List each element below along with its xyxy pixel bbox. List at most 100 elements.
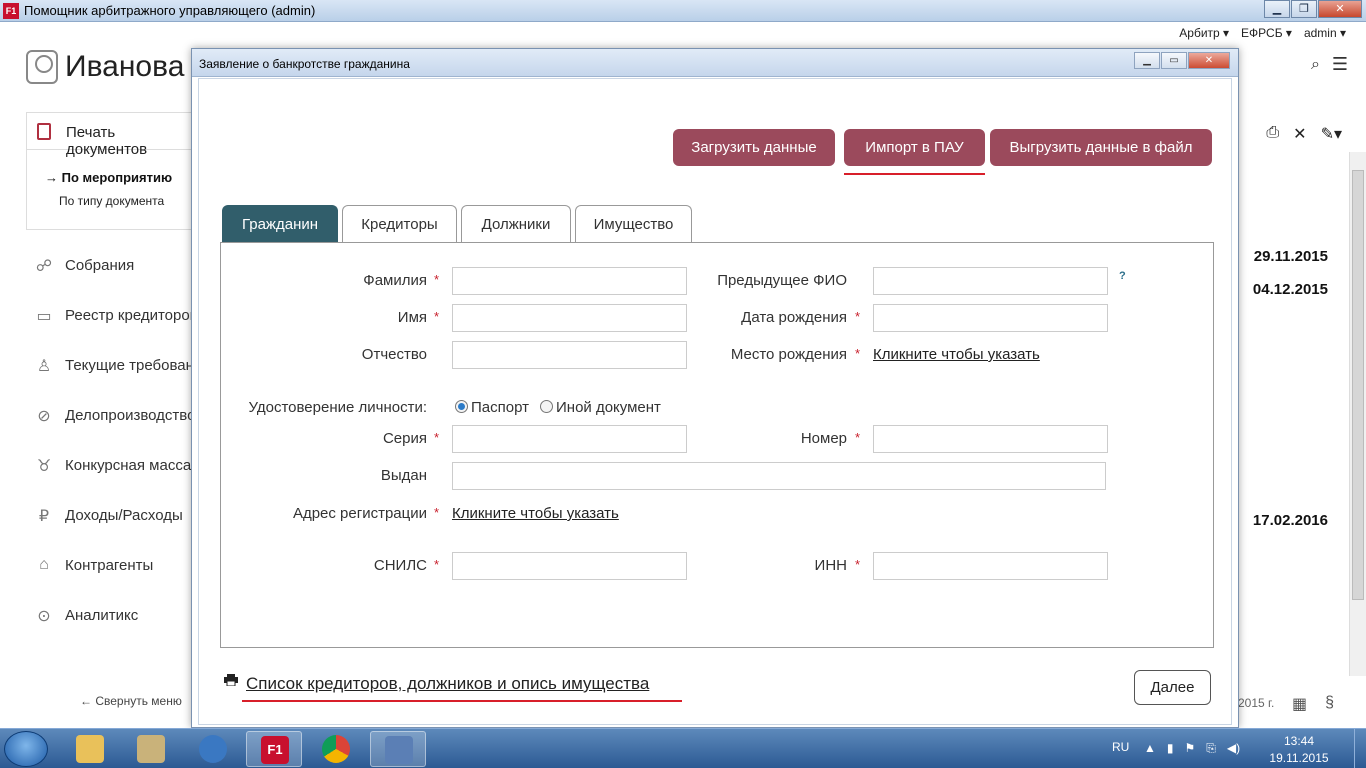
help-icon[interactable]: ?	[1119, 270, 1126, 282]
sidebar-item-records[interactable]: ⊘ Делопроизводство	[34, 400, 195, 450]
sidebar-item-income-expense[interactable]: ₽ Доходы/Расходы	[34, 500, 194, 550]
f1-taskbar-button[interactable]: F1	[246, 731, 302, 767]
issued-input[interactable]	[452, 462, 1106, 490]
tab-citizen[interactable]: Гражданин	[222, 205, 338, 243]
toolbar-icons: ⎙ ✕ ✎▾	[1266, 124, 1342, 144]
scrollbar-thumb[interactable]	[1352, 170, 1364, 600]
network-taskbar-button[interactable]	[370, 731, 426, 767]
edit-dropdown-icon[interactable]: ✎▾	[1321, 124, 1342, 144]
calculator-icon[interactable]: ▦	[1292, 694, 1307, 714]
link-by-doc-type[interactable]: По типу документа	[59, 194, 164, 208]
print-documents-panel[interactable]: Печать документов	[26, 112, 196, 158]
link-by-event[interactable]: → По мероприятию	[45, 170, 172, 185]
sidebar-item-label: Текущие требования	[65, 357, 211, 374]
sidebar-item-label: Контрагенты	[65, 557, 154, 574]
creditors-list-link[interactable]: Список кредиторов, должников и опись иму…	[246, 674, 649, 694]
required-mark: *	[434, 430, 440, 445]
thunderbird-icon	[199, 735, 227, 763]
top-nav: Арбитр ▾ ЕФРСБ ▾ admin ▾	[1179, 26, 1346, 40]
nav-efrsb[interactable]: ЕФРСБ ▾	[1241, 26, 1292, 40]
notebook-taskbar-button[interactable]	[123, 731, 179, 767]
tray-expand-icon[interactable]: ▲	[1144, 741, 1156, 756]
sidebar-item-creditors-registry[interactable]: ▭ Реестр кредиторов	[34, 300, 197, 350]
required-mark: *	[855, 309, 861, 324]
other-doc-radio-label[interactable]: Иной документ	[556, 399, 661, 416]
series-label: Серия	[382, 430, 427, 447]
excel-icon[interactable]: ✕	[1293, 124, 1306, 144]
series-input[interactable]	[452, 425, 687, 453]
name-label: Имя	[397, 309, 427, 326]
passport-radio[interactable]	[455, 400, 468, 413]
f1-app-icon: F1	[3, 3, 19, 19]
required-mark: *	[855, 557, 861, 572]
thunderbird-taskbar-button[interactable]	[185, 731, 241, 767]
birth-place-link[interactable]: Кликните чтобы указать	[873, 346, 1040, 363]
required-mark: *	[434, 557, 440, 572]
import-pau-button[interactable]: Импорт в ПАУ	[844, 129, 985, 166]
patronymic-input[interactable]	[452, 341, 687, 369]
event-date: 04.12.2015	[1252, 281, 1328, 298]
sidebar-item-current-claims[interactable]: ♙ Текущие требования	[34, 350, 211, 400]
chrome-taskbar-button[interactable]	[308, 731, 364, 767]
sidebar-item-analytics[interactable]: ⊙ Аналитикс	[34, 600, 194, 650]
page-title: Иванова	[65, 50, 185, 83]
clock-time[interactable]: 13:44	[1264, 734, 1334, 748]
other-doc-radio[interactable]	[540, 400, 553, 413]
cow-icon: ♉	[36, 458, 52, 475]
birth-date-input[interactable]	[873, 304, 1108, 332]
sidebar-item-counterparties[interactable]: ⌂ Контрагенты	[34, 550, 194, 600]
network-icon	[385, 736, 413, 764]
passport-radio-label[interactable]: Паспорт	[471, 399, 529, 416]
close-button[interactable]: ✕	[1318, 0, 1362, 18]
number-input[interactable]	[873, 425, 1108, 453]
collapse-menu-button[interactable]: ← Свернуть меню	[80, 694, 182, 708]
name-input[interactable]	[452, 304, 687, 332]
sidebar-item-estate[interactable]: ♉ Конкурсная масса	[34, 450, 194, 500]
signal-icon[interactable]: ▮	[1167, 741, 1174, 756]
dialog-title: Заявление о банкротстве гражданина	[199, 57, 410, 71]
footer-icons: ▦ §	[1292, 694, 1334, 714]
explorer-taskbar-button[interactable]	[62, 731, 118, 767]
event-date: 29.11.2015	[1253, 248, 1328, 265]
surname-input[interactable]	[452, 267, 687, 295]
flag-icon[interactable]: ⚑	[1185, 741, 1196, 756]
inn-input[interactable]	[873, 552, 1108, 580]
nav-arbitr[interactable]: Арбитр ▾	[1179, 26, 1229, 40]
language-indicator[interactable]: RU	[1112, 740, 1129, 754]
footer-year: 2015 г.	[1238, 696, 1275, 710]
section-icon[interactable]: §	[1325, 694, 1334, 714]
minimize-button[interactable]: ▁	[1264, 0, 1290, 18]
page-scrollbar[interactable]	[1349, 152, 1366, 676]
next-button[interactable]: Далее	[1134, 670, 1211, 705]
sidebar-item-label: Аналитикс	[65, 607, 139, 624]
snils-input[interactable]	[452, 552, 687, 580]
clock-date[interactable]: 19.11.2015	[1264, 751, 1334, 765]
print-icon[interactable]: ⎙	[1266, 124, 1279, 144]
dialog-minimize-button[interactable]: ▁	[1134, 52, 1160, 69]
volume-icon[interactable]: ◀)	[1227, 741, 1240, 756]
nav-admin[interactable]: admin ▾	[1304, 26, 1346, 40]
load-data-button[interactable]: Загрузить данные	[673, 129, 835, 166]
dialog-maximize-button[interactable]: ▭	[1161, 52, 1187, 69]
dialog-close-button[interactable]: ✕	[1188, 52, 1230, 69]
hamburger-menu-icon[interactable]: ☰	[1332, 54, 1348, 75]
search-icon[interactable]: ⌕	[1311, 56, 1320, 74]
maximize-button[interactable]: ❐	[1291, 0, 1317, 18]
tray-icons: ▲ ▮ ⚑ ⎘ ◀)	[1144, 741, 1240, 756]
tab-property[interactable]: Имущество	[575, 205, 692, 243]
required-mark: *	[434, 505, 440, 520]
notebook-icon	[137, 735, 165, 763]
sidebar-item-meetings[interactable]: ☍ Собрания	[34, 250, 194, 300]
prev-name-input[interactable]	[873, 267, 1108, 295]
explorer-icon	[76, 735, 104, 763]
chrome-icon	[322, 735, 350, 763]
usb-icon[interactable]: ⎘	[1206, 741, 1216, 756]
start-button[interactable]	[4, 731, 48, 767]
tab-creditors[interactable]: Кредиторы	[342, 205, 457, 243]
tab-debtors[interactable]: Должники	[461, 205, 571, 243]
address-link[interactable]: Кликните чтобы указать	[452, 505, 619, 522]
id-doc-label: Удостоверение личности:	[248, 399, 427, 416]
export-file-button[interactable]: Выгрузить данные в файл	[990, 129, 1212, 166]
window-controls: ▁ ❐ ✕	[1263, 0, 1362, 18]
show-desktop-button[interactable]	[1354, 729, 1366, 768]
